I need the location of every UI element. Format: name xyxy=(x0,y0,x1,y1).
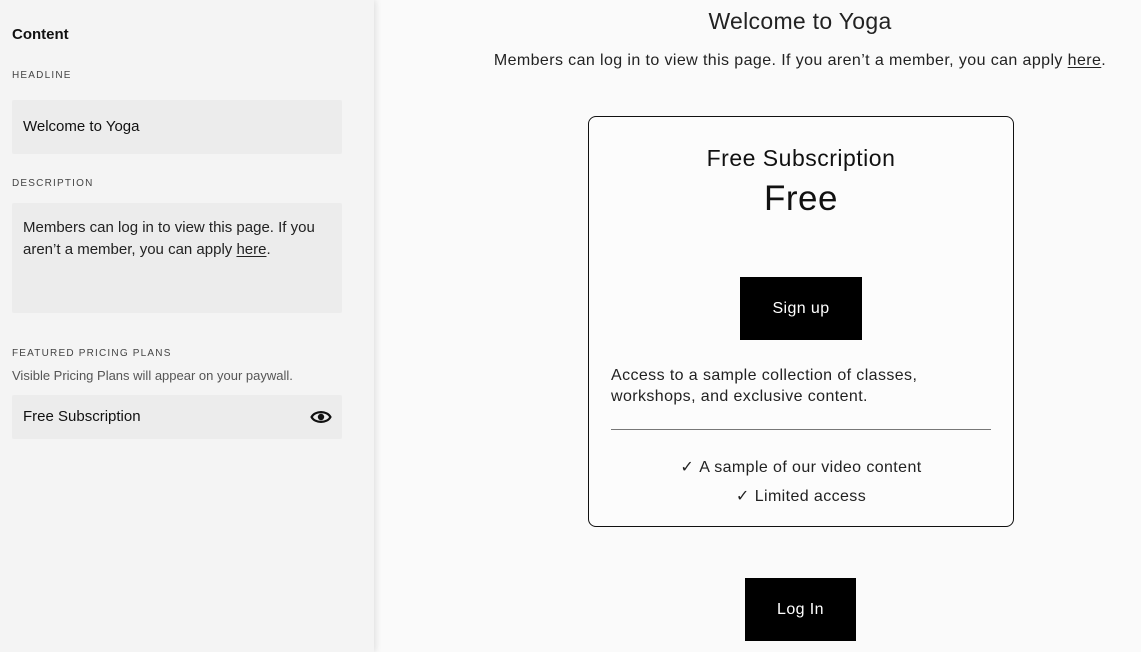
featured-plans-label: FEATURED PRICING PLANS xyxy=(12,348,172,359)
preview-description: Members can log in to view this page. If… xyxy=(374,52,1141,70)
paywall-preview: Welcome to Yoga Members can log in to vi… xyxy=(374,0,1141,652)
plan-feature-text: Limited access xyxy=(754,487,867,505)
pricing-plan-name: Free Subscription xyxy=(23,408,141,425)
plan-feature-item: ✓ A sample of our video content xyxy=(589,454,1013,483)
description-label: DESCRIPTION xyxy=(12,178,94,189)
app-window: Content HEADLINE Welcome to Yoga DESCRIP… xyxy=(0,0,1141,652)
check-icon: ✓ xyxy=(680,459,695,476)
headline-field[interactable]: Welcome to Yoga xyxy=(12,100,342,154)
eye-icon[interactable] xyxy=(310,406,332,428)
content-editor-panel: Content HEADLINE Welcome to Yoga DESCRIP… xyxy=(0,0,374,652)
pricing-plan-row[interactable]: Free Subscription xyxy=(12,395,342,439)
plan-name: Free Subscription xyxy=(706,145,896,171)
preview-description-text: Members can log in to view this page. If… xyxy=(493,52,1068,69)
pricing-plan-card: Free Subscription Free Sign up Access to… xyxy=(588,116,1014,527)
description-text: Members can log in to view this page. If… xyxy=(23,219,315,258)
plan-price: Free xyxy=(764,179,838,218)
headline-value: Welcome to Yoga xyxy=(23,118,140,135)
log-in-button[interactable]: Log In xyxy=(745,578,856,641)
plan-features: ✓ A sample of our video content ✓ Limited … xyxy=(589,454,1013,511)
sign-up-button[interactable]: Sign up xyxy=(740,277,862,340)
plan-feature-item: ✓ Limited access xyxy=(589,483,1013,512)
preview-apply-link[interactable]: here xyxy=(1068,52,1102,69)
panel-title: Content xyxy=(12,26,69,43)
description-end: . xyxy=(266,241,271,258)
plan-description: Access to a sample collection of classes… xyxy=(611,367,918,405)
preview-description-end: . xyxy=(1101,52,1107,69)
plan-feature-text: A sample of our video content xyxy=(699,459,922,476)
plan-divider xyxy=(611,429,991,430)
headline-label: HEADLINE xyxy=(12,70,72,81)
preview-title: Welcome to Yoga xyxy=(708,8,892,34)
featured-plans-helper: Visible Pricing Plans will appear on you… xyxy=(12,368,293,383)
check-icon: ✓ xyxy=(735,487,750,505)
description-field[interactable]: Members can log in to view this page. If… xyxy=(12,203,342,313)
description-value: Members can log in to view this page. If… xyxy=(23,217,328,261)
description-apply-link[interactable]: here xyxy=(236,241,266,258)
